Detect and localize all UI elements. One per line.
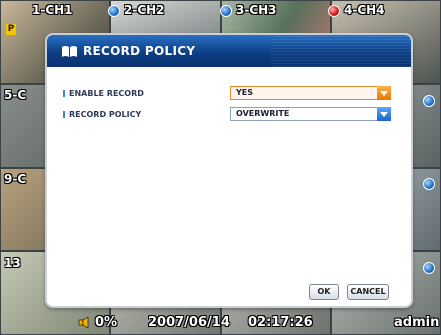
channel-dot-icon [423,178,435,190]
channel-dot-icon [108,5,120,17]
cancel-button[interactable]: CANCEL [347,284,389,300]
record-policy-select[interactable]: OVERWRITE [230,107,391,121]
channel-label-2: 2-CH2 [124,3,165,17]
enable-record-select[interactable]: YES [230,86,391,100]
channel-label-3: 3-CH3 [236,3,277,17]
channel-label-5: 5-C [4,88,27,102]
volume-level: 0% [95,315,118,330]
dialog-title: RECORD POLICY [83,44,196,58]
channel-label-1: 1-CH1 [32,3,73,17]
status-bar: 0% 2007/06/14 02:17:26 admin [0,311,441,335]
chevron-down-icon[interactable] [377,107,391,121]
enable-record-label: ENABLE RECORD [63,89,144,98]
speaker-icon[interactable] [78,316,92,329]
channel-label-4: 4-CH4 [344,3,385,17]
channel-dot-icon [423,262,435,274]
ok-button[interactable]: OK [309,284,339,300]
chevron-down-icon[interactable] [377,86,391,100]
channel-label-13: 13 [4,256,21,270]
logged-in-user: admin [394,315,440,330]
channel-dot-icon [423,95,435,107]
enable-record-value: YES [236,88,254,97]
dialog-header: RECORD POLICY [47,35,411,67]
record-policy-label: RECORD POLICY [63,110,141,119]
record-policy-dialog: RECORD POLICY ENABLE RECORD YES RECORD P… [47,35,411,306]
channel-label-9: 9-C [4,172,27,186]
record-policy-value: OVERWRITE [236,109,290,118]
channel-dot-icon [220,5,232,17]
record-dot-icon [328,5,340,17]
recording-badge: P [6,24,16,35]
status-time: 02:17:26 [248,315,313,330]
book-icon [62,46,77,57]
status-date: 2007/06/14 [148,315,230,330]
